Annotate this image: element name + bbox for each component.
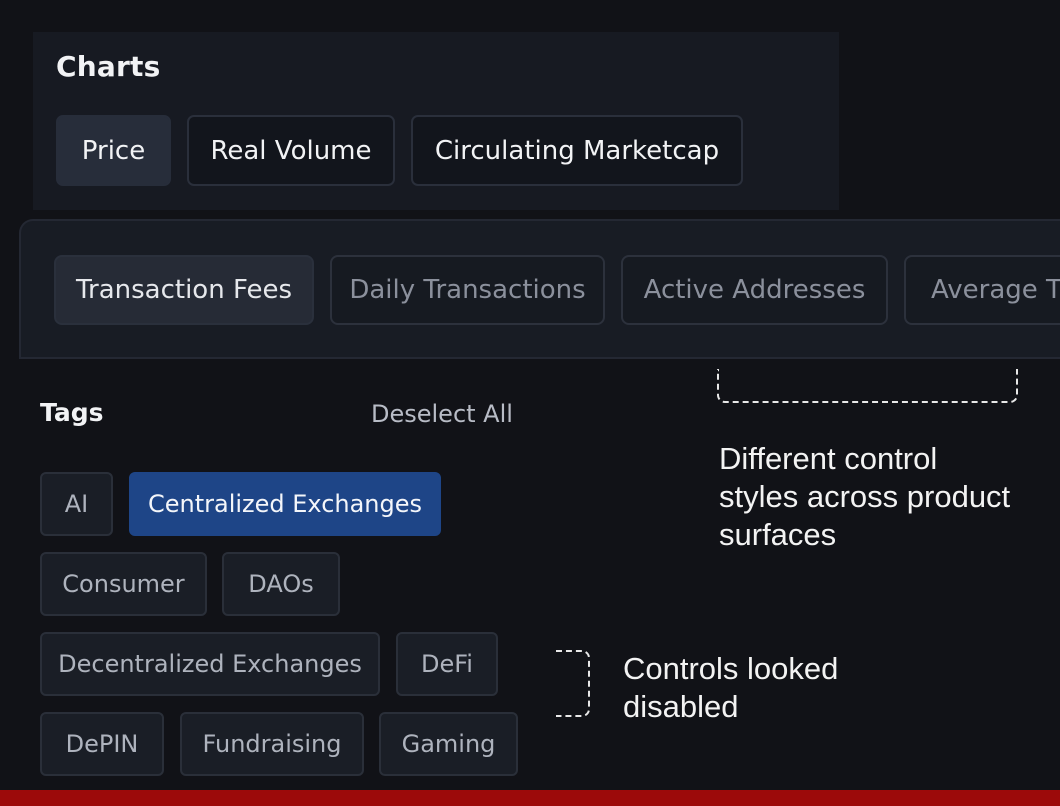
deselect-all-button[interactable]: Deselect All xyxy=(371,400,513,428)
chart-tab-circulating-marketcap[interactable]: Circulating Marketcap xyxy=(411,115,743,186)
tag-gaming[interactable]: Gaming xyxy=(379,712,518,776)
metric-tab-daily-transactions[interactable]: Daily Transactions xyxy=(330,255,605,325)
metric-tab-transaction-fees[interactable]: Transaction Fees xyxy=(54,255,314,325)
tag-depin[interactable]: DePIN xyxy=(40,712,164,776)
tag-centralized-exchanges[interactable]: Centralized Exchanges xyxy=(129,472,441,536)
tags-title: Tags xyxy=(40,398,104,427)
annotation-control-styles: Different control styles across product … xyxy=(719,441,1011,552)
annotation-disabled: Controls looked disabled xyxy=(623,651,839,724)
tag-consumer[interactable]: Consumer xyxy=(40,552,207,616)
tag-ai[interactable]: AI xyxy=(40,472,113,536)
chart-tab-real-volume[interactable]: Real Volume xyxy=(187,115,395,186)
tag-decentralized-exchanges[interactable]: Decentralized Exchanges xyxy=(40,632,380,696)
chart-tab-price[interactable]: Price xyxy=(56,115,171,186)
annotation-bracket-side xyxy=(556,650,590,717)
tag-defi[interactable]: DeFi xyxy=(396,632,498,696)
tag-fundraising[interactable]: Fundraising xyxy=(180,712,364,776)
annotation-bracket-top xyxy=(717,369,1018,403)
charts-title: Charts xyxy=(56,50,161,83)
tag-daos[interactable]: DAOs xyxy=(222,552,340,616)
metric-tab-average-transaction[interactable]: Average Tr xyxy=(904,255,1060,325)
page: Charts Price Real Volume Circulating Mar… xyxy=(0,0,1060,806)
charts-panel: Charts Price Real Volume Circulating Mar… xyxy=(33,32,839,210)
bottom-accent-bar xyxy=(0,790,1060,806)
metrics-panel: Transaction Fees Daily Transactions Acti… xyxy=(19,219,1060,359)
metric-tab-active-addresses[interactable]: Active Addresses xyxy=(621,255,888,325)
